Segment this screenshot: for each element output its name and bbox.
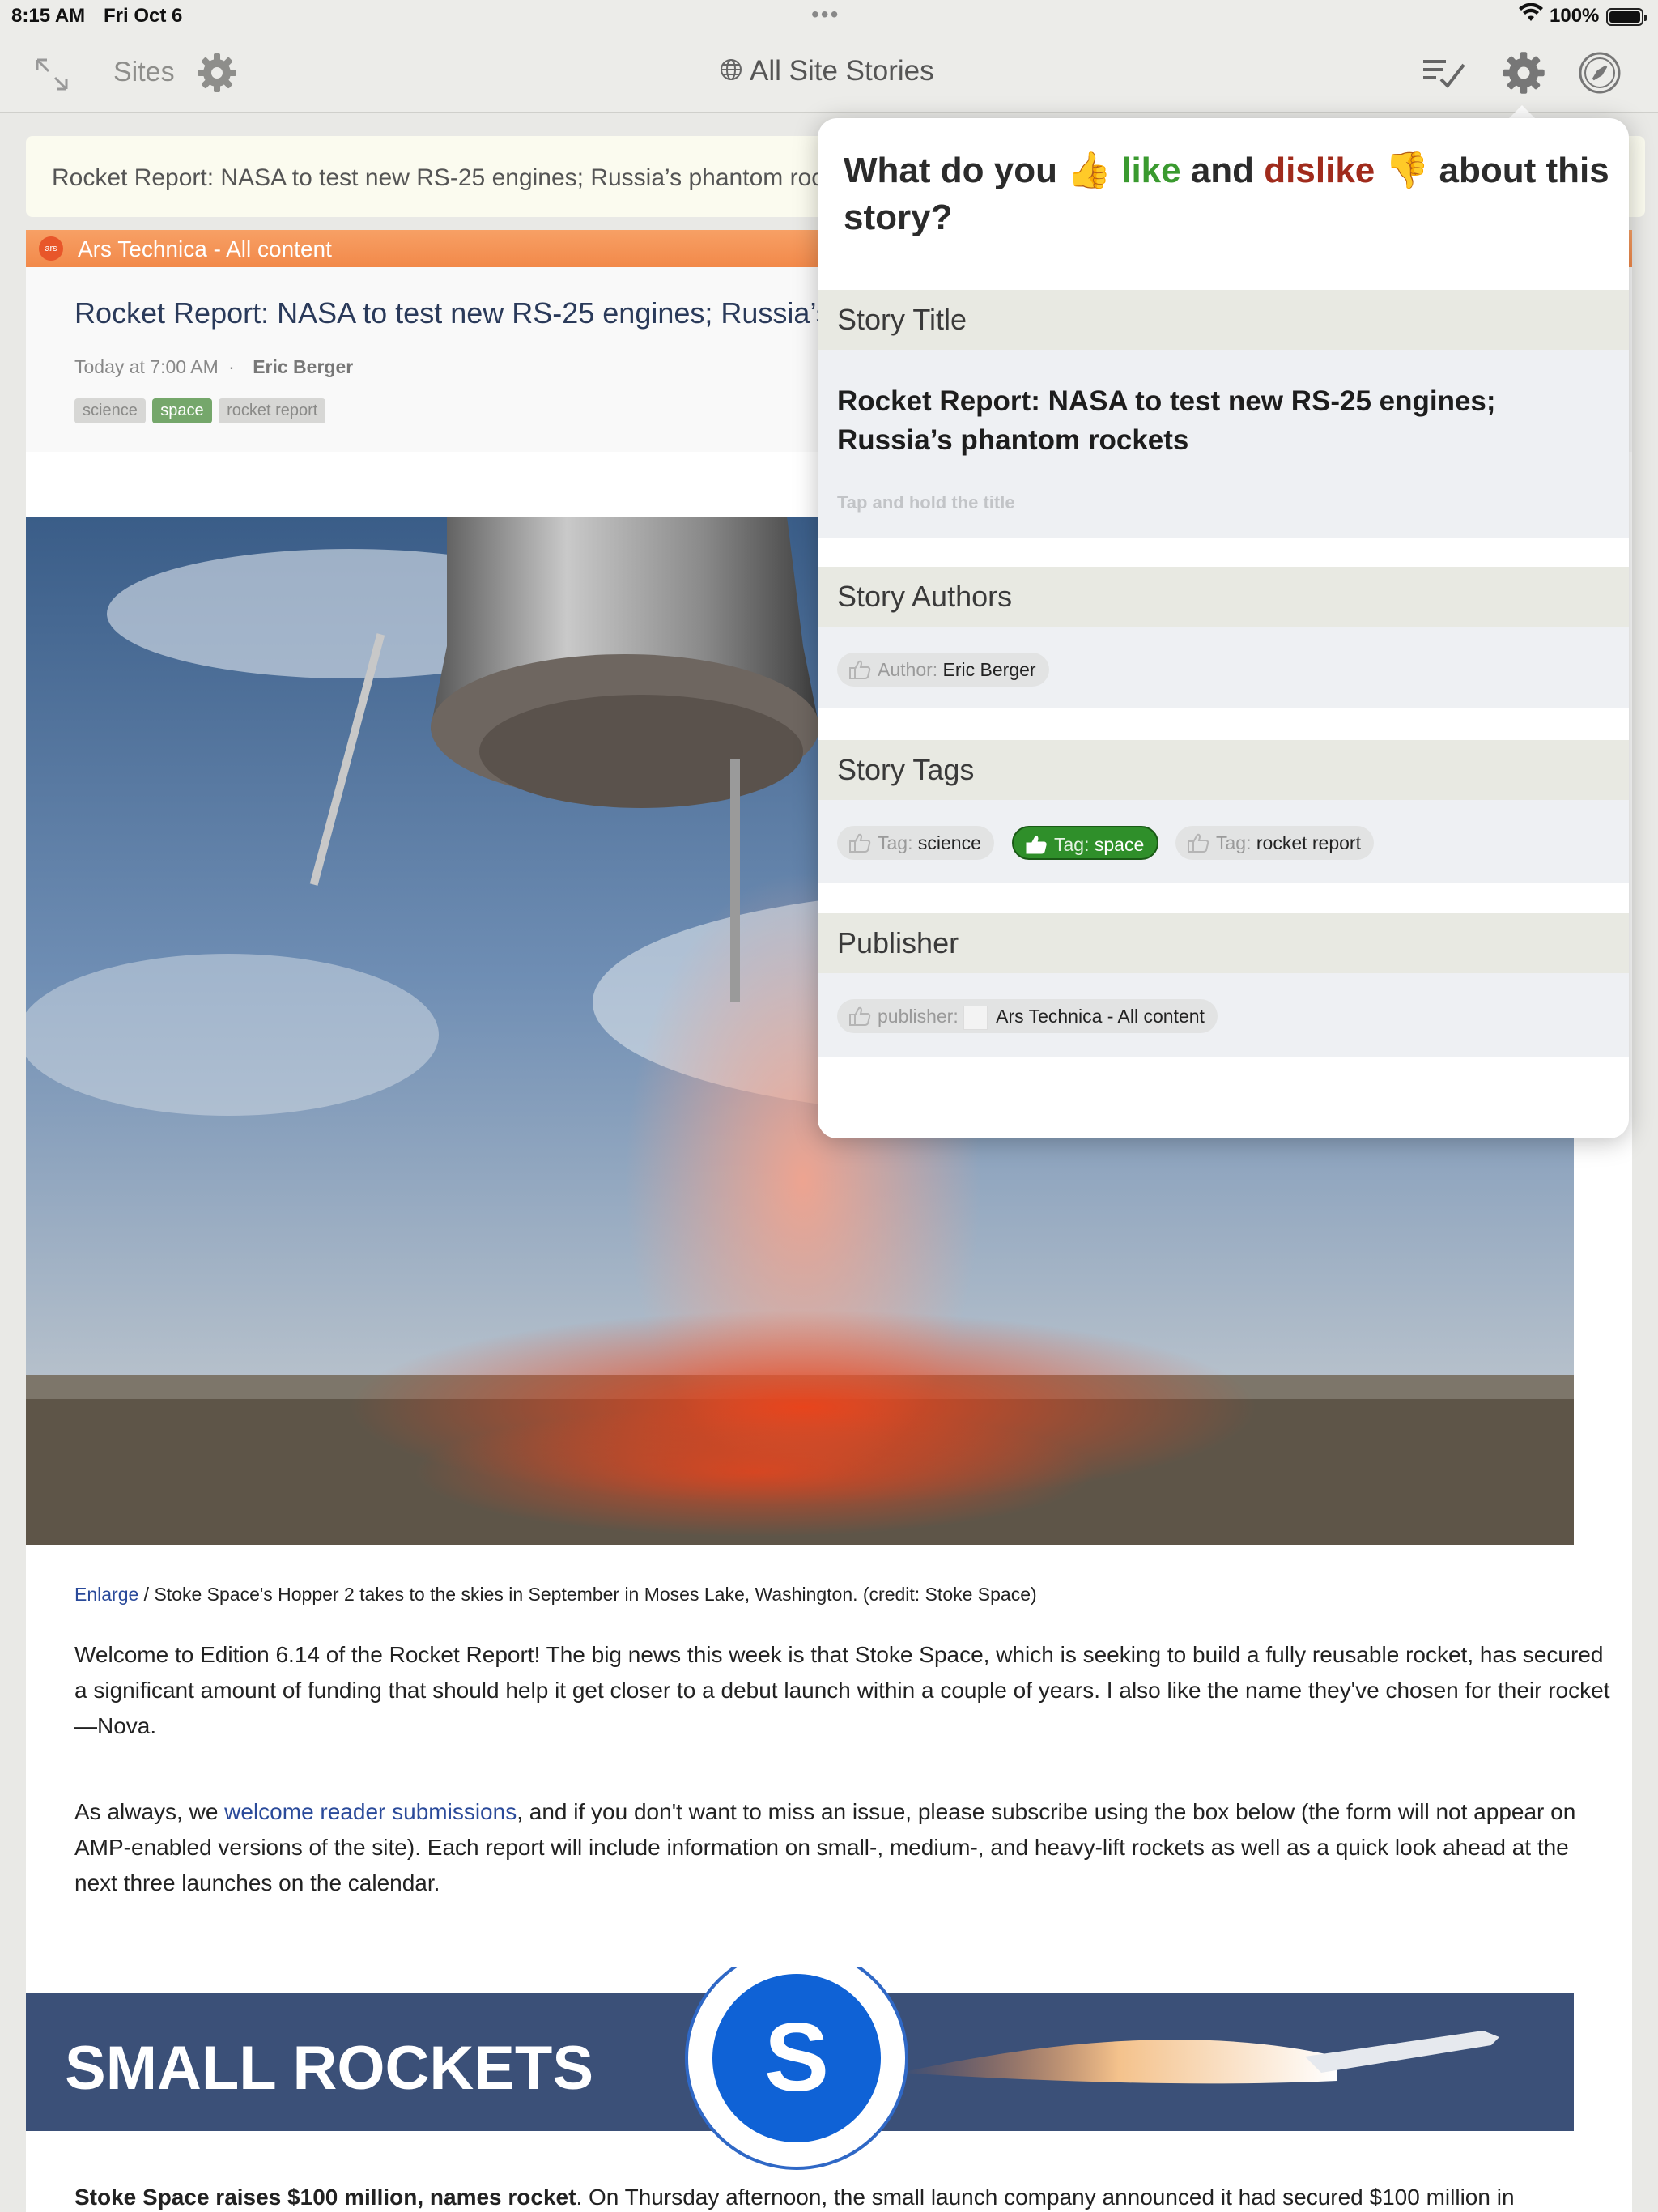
story-authors-section: Author: Eric Berger (818, 627, 1629, 708)
article-paragraph-1: Welcome to Edition 6.14 of the Rocket Re… (74, 1642, 1610, 1738)
status-date: Fri Oct 6 (104, 5, 183, 27)
tag-label: Tag: (1216, 832, 1252, 853)
thumbs-up-icon (1187, 832, 1209, 858)
enlarge-link[interactable]: Enlarge (74, 1584, 138, 1605)
battery-icon (1606, 8, 1647, 26)
nav-bar: Sites All Site Stories (0, 32, 1658, 113)
wifi-icon (1519, 2, 1543, 28)
compass-icon[interactable] (1577, 50, 1622, 100)
globe-icon (719, 57, 743, 89)
publisher-chip[interactable]: publisher: Ars Technica - All content (837, 999, 1218, 1033)
publisher-section: publisher: Ars Technica - All content (818, 973, 1629, 1057)
feed-name: Ars Technica - All content (78, 236, 332, 262)
article-paragraph-2: As always, we welcome reader submissions… (74, 1794, 1613, 1901)
story-tags-section: Tag: science Tag: space Tag: rocket repo… (818, 800, 1629, 883)
gear-icon[interactable] (1499, 49, 1548, 101)
status-bar: 8:15 AM Fri Oct 6 ••• 100% (0, 0, 1658, 32)
author-label: Author: (878, 659, 938, 680)
tag-chip-rocket-report[interactable]: Tag: rocket report (1175, 826, 1374, 860)
caption-text: / Stoke Space's Hopper 2 takes to the sk… (138, 1584, 1037, 1605)
banner-logo: S (764, 2003, 829, 2112)
story-title-text[interactable]: Rocket Report: NASA to test new RS-25 en… (837, 382, 1566, 460)
article-meta: Today at 7:00 AM · Eric Berger (74, 356, 353, 378)
publisher-value: Ars Technica - All content (996, 1006, 1205, 1027)
feed-favicon: ars (39, 236, 63, 261)
article-paragraph-3: Stoke Space raises $100 million, names r… (74, 2184, 1515, 2210)
para2-text-before: As always, we (74, 1799, 225, 1824)
article-tags: science space rocket report (74, 398, 329, 423)
title-hint: Tap and hold the title (837, 492, 1015, 513)
small-rockets-banner: SMALL ROCKETS S (26, 1946, 1574, 2186)
expand-icon[interactable] (32, 55, 71, 98)
article-title[interactable]: Rocket Report: NASA to test new RS-25 en… (74, 296, 871, 330)
thumbs-down-emoji: 👎 (1384, 151, 1430, 190)
train-story-popover[interactable]: What do you 👍 like and dislike 👎 about t… (818, 118, 1629, 1138)
multitasking-dots[interactable]: ••• (811, 2, 840, 28)
tag-label: Tag: (1054, 834, 1090, 855)
mark-read-icon[interactable] (1422, 57, 1467, 93)
banner-title: SMALL ROCKETS (65, 2034, 593, 2103)
thumbs-up-emoji: 👍 (1067, 151, 1112, 190)
para3-text: . On Thursday afternoon, the small launc… (576, 2184, 1515, 2210)
nav-title[interactable]: All Site Stories (719, 55, 934, 89)
tag-chip-space[interactable]: Tag: space (1012, 826, 1159, 860)
tag-value: space (1094, 834, 1145, 855)
story-title-header: Story Title (818, 290, 1629, 350)
tag-value: rocket report (1256, 832, 1361, 853)
article-date: Today at 7:00 AM (74, 356, 219, 377)
image-caption: Enlarge / Stoke Space's Hopper 2 takes t… (74, 1584, 1037, 1606)
tag-rocket-report[interactable]: rocket report (219, 398, 326, 423)
thumbs-up-icon (848, 832, 871, 858)
sites-button[interactable]: Sites (113, 57, 175, 88)
author-value: Eric Berger (942, 659, 1036, 680)
popover-question: What do you 👍 like and dislike 👎 about t… (844, 147, 1613, 241)
publisher-label: publisher: (878, 1006, 959, 1027)
tag-label: Tag: (878, 832, 913, 853)
publisher-header: Publisher (818, 913, 1629, 973)
thumbs-up-icon (848, 659, 871, 685)
tag-space[interactable]: space (152, 398, 212, 423)
dislike-word: dislike (1264, 151, 1375, 190)
tag-chip-science[interactable]: Tag: science (837, 826, 994, 860)
nav-title-text: All Site Stories (750, 55, 934, 87)
story-authors-header: Story Authors (818, 567, 1629, 627)
para3-headline: Stoke Space raises $100 million, names r… (74, 2184, 576, 2210)
battery-percent: 100% (1550, 5, 1600, 27)
question-part-1: What do you (844, 151, 1068, 190)
tag-value: science (917, 832, 981, 853)
author-chip[interactable]: Author: Eric Berger (837, 653, 1049, 687)
thumbs-up-icon (848, 1006, 871, 1032)
publisher-favicon (963, 1006, 988, 1030)
article-author[interactable]: Eric Berger (253, 356, 353, 377)
tag-science[interactable]: science (74, 398, 146, 423)
meta-separator: · (228, 356, 235, 377)
reader-submissions-link[interactable]: welcome reader submissions (224, 1799, 517, 1824)
story-tags-header: Story Tags (818, 740, 1629, 800)
thumbs-up-icon (1025, 834, 1048, 860)
story-list-title: Rocket Report: NASA to test new RS-25 en… (52, 164, 824, 191)
gear-icon[interactable] (194, 50, 240, 100)
like-word: like (1121, 151, 1181, 190)
story-title-section: Rocket Report: NASA to test new RS-25 en… (818, 350, 1629, 538)
status-time: 8:15 AM (11, 5, 86, 27)
question-and: and (1180, 151, 1265, 190)
